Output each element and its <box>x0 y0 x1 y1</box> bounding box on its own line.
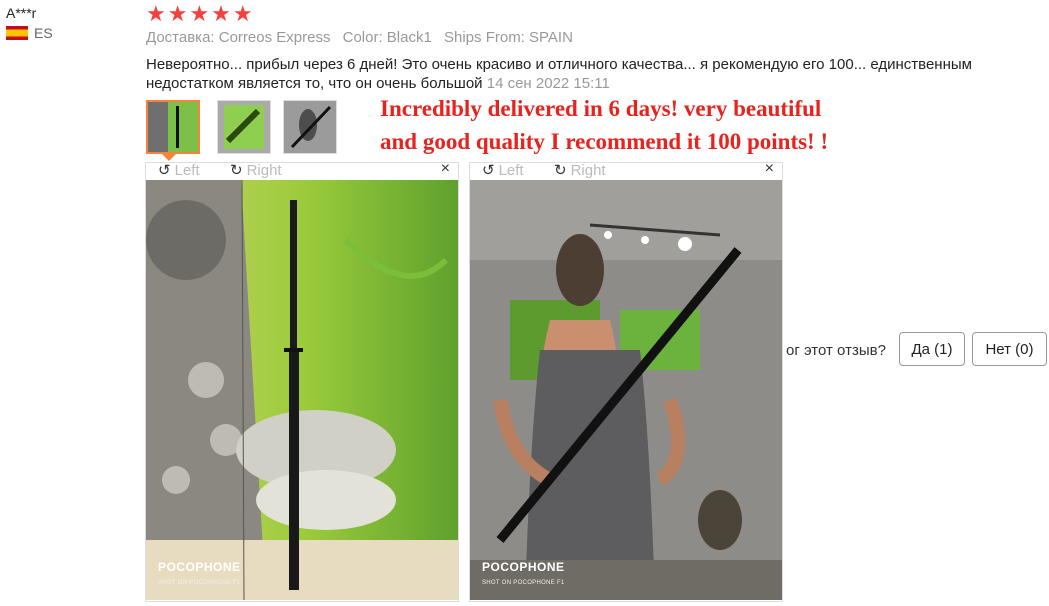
review-thumbnail-2[interactable] <box>217 100 271 154</box>
country-code: ES <box>34 25 53 41</box>
review-meta: Доставка: Correos Express Color: Black1 … <box>146 29 581 46</box>
viewer-toolbar: ↺ Left ↻ Right × <box>470 160 782 180</box>
photo-watermark: POCOPHONE <box>482 560 565 574</box>
ships-from-info: Ships From: SPAIN <box>444 29 573 46</box>
rotate-left-button[interactable]: ↺ Left <box>158 161 200 180</box>
review-text: Невероятно... прибыл через 6 дней! Это о… <box>146 55 1046 93</box>
photo-watermark: POCOPHONE <box>158 560 241 574</box>
rotate-right-button[interactable]: ↻ Right <box>230 161 282 180</box>
spain-flag-icon <box>6 26 28 40</box>
photo-watermark-sub: SHOT ON POCOPHONE F1 <box>158 580 241 586</box>
helpful-question: ог этот отзыв? <box>786 342 886 359</box>
rotate-left-label: Left <box>498 161 524 179</box>
rotate-left-button[interactable]: ↺ Left <box>482 161 524 180</box>
close-icon[interactable]: × <box>441 160 450 178</box>
image-viewer-1: ↺ Left ↻ Right × POCOPHONE SHOT ON POCOP… <box>145 160 459 602</box>
photo-watermark-sub: SHOT ON POCOPHONE F1 <box>482 580 565 586</box>
rating-stars: ★★★★★ <box>146 1 255 26</box>
rotate-left-icon: ↺ <box>158 162 171 179</box>
active-thumbnail-indicator <box>162 154 176 161</box>
rotate-right-icon: ↻ <box>554 162 567 179</box>
translation-overlay: Incredibly delivered in 6 days! very bea… <box>380 92 828 158</box>
overlay-line-2: and good quality I recommend it 100 poin… <box>380 129 829 154</box>
helpful-yes-button[interactable]: Да (1) <box>899 332 965 366</box>
review-photo-2: POCOPHONE SHOT ON POCOPHONE F1 <box>470 180 782 600</box>
reviewer-name: A***r <box>6 5 37 21</box>
image-viewer-2: ↺ Left ↻ Right × POCOPHONE SHOT ON POCOP… <box>469 160 783 602</box>
review-date: 14 сен 2022 15:11 <box>486 75 610 92</box>
rotate-right-icon: ↻ <box>230 162 243 179</box>
helpful-no-button[interactable]: Нет (0) <box>972 332 1047 366</box>
review-thumbnail-3[interactable] <box>283 100 337 154</box>
rotate-left-icon: ↺ <box>482 162 495 179</box>
review-thumbnail-1[interactable] <box>146 100 200 154</box>
close-icon[interactable]: × <box>765 160 774 178</box>
review-photo-1: POCOPHONE SHOT ON POCOPHONE F1 <box>146 180 458 600</box>
color-info: Color: Black1 <box>342 29 432 46</box>
rotate-right-label: Right <box>246 161 282 179</box>
viewer-toolbar: ↺ Left ↻ Right × <box>146 160 458 180</box>
overlay-line-1: Incredibly delivered in 6 days! very bea… <box>380 96 822 121</box>
rotate-right-button[interactable]: ↻ Right <box>554 161 606 180</box>
delivery-info: Доставка: Correos Express <box>146 29 331 46</box>
rotate-left-label: Left <box>174 161 200 179</box>
rotate-right-label: Right <box>570 161 606 179</box>
